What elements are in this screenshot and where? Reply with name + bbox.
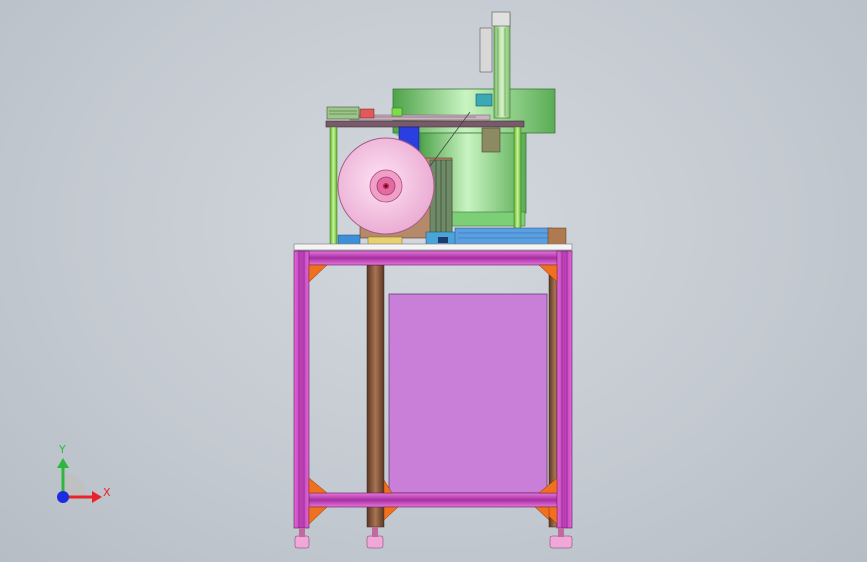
leveling-feet [294, 527, 573, 549]
corner-bracket-top-left [308, 264, 328, 283]
front-post-right [556, 250, 573, 529]
foot-middle [366, 535, 384, 549]
top-rail [294, 250, 572, 266]
striped-column [429, 159, 453, 237]
vertical-track-cap [491, 11, 511, 27]
foot-left [294, 535, 310, 549]
front-post-left [293, 250, 310, 529]
vertical-track-side-plate [479, 27, 493, 73]
triad-z-axis [57, 491, 69, 503]
triad-y-label: Y [59, 443, 66, 456]
support-rod-right [513, 126, 522, 246]
vertical-track-rail [493, 13, 511, 119]
rear-post-left [366, 264, 385, 528]
cad-viewport[interactable]: X Y [0, 0, 867, 562]
wire-spool [337, 137, 435, 235]
foot-right [549, 535, 573, 549]
triad-x-label: X [103, 486, 111, 499]
table-top [293, 243, 573, 251]
aluminium-frame [293, 250, 573, 529]
blue-base-rail [454, 227, 553, 246]
machine-assembly-model[interactable] [0, 0, 867, 562]
orientation-triad [57, 458, 102, 503]
support-rod-left [329, 126, 338, 246]
corner-bracket-top-right [538, 264, 558, 283]
bottom-rail [294, 492, 572, 508]
back-panel [388, 293, 548, 494]
corner-bracket-bottom-left [308, 477, 328, 494]
